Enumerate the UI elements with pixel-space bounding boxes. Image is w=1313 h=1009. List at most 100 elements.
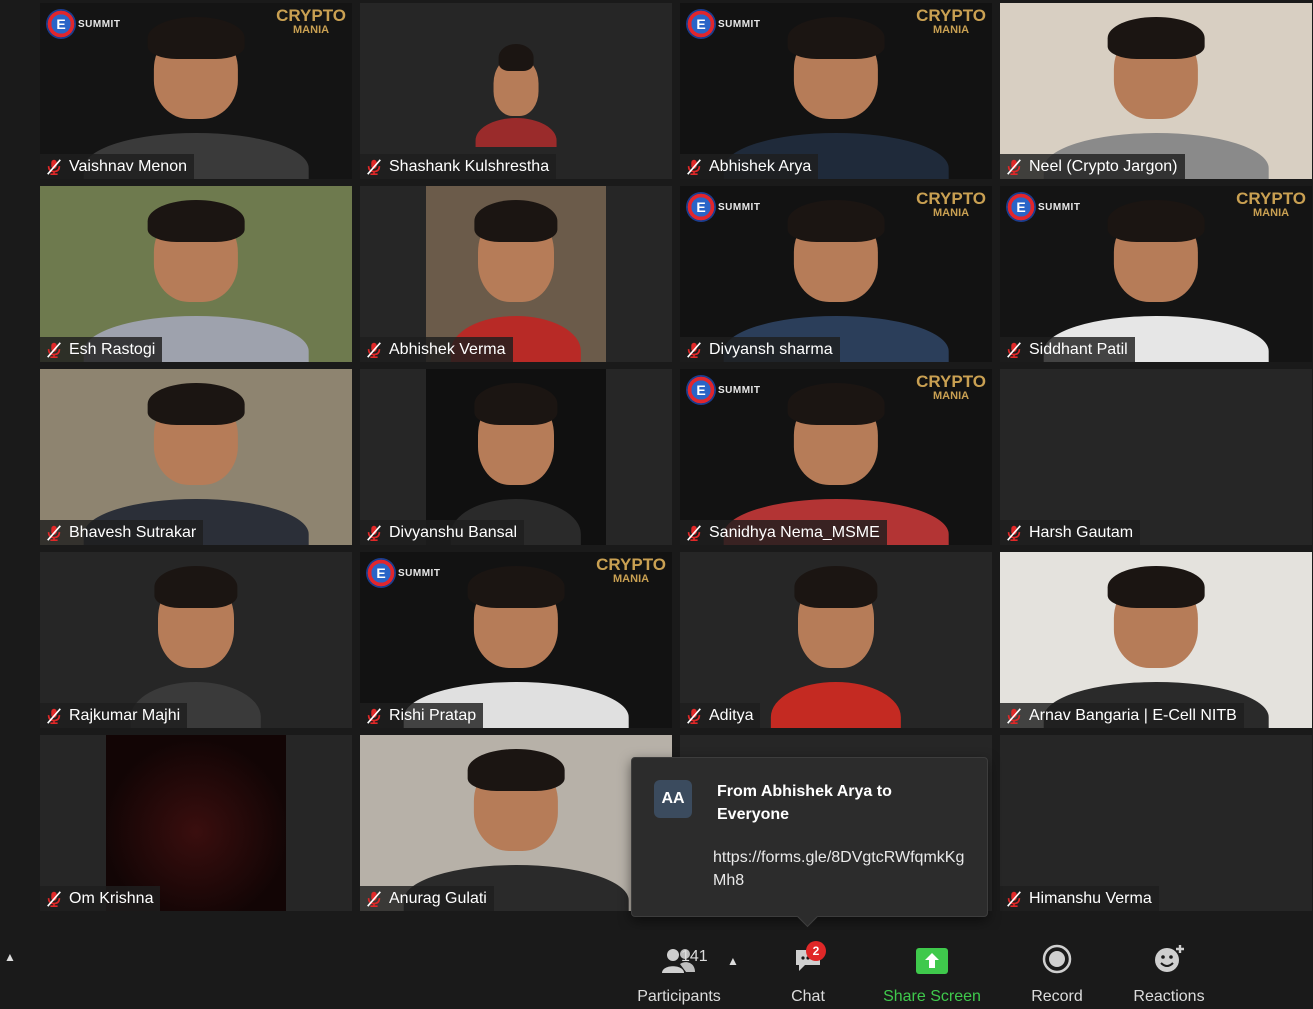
participant-video-tile[interactable]: Abhishek Verma (360, 186, 672, 362)
reactions-button[interactable]: Reactions (1125, 930, 1213, 1009)
chat-message-link[interactable]: https://forms.gle/8DVgtcRWfqmkKgMh8 (713, 846, 973, 892)
participant-name-label: Abhishek Arya (680, 154, 819, 179)
participant-video-tile[interactable]: Rajkumar Majhi (40, 552, 352, 728)
participant-video-feed (1000, 3, 1312, 179)
participant-video-feed (105, 552, 287, 728)
mic-muted-icon (45, 524, 63, 542)
participant-video-tile[interactable]: Shashank Kulshrestha (360, 3, 672, 179)
participant-silhouette-hair (794, 566, 878, 609)
mic-muted-icon (685, 524, 703, 542)
participants-button[interactable]: 141 ▲ Participants (614, 930, 744, 1009)
esummit-logo-text: SUMMIT (78, 18, 121, 30)
participant-silhouette-body (475, 118, 557, 148)
record-label: Record (1031, 988, 1083, 1005)
participant-name-label: Divyanshu Bansal (360, 520, 525, 545)
participant-video-tile[interactable]: E SUMMIT CRYPTO MANIA Divyansh sharma (680, 186, 992, 362)
meeting-toolbar: ▲ 141 ▲ Participants 2 Chat Share Screen… (0, 930, 1313, 1009)
cryptomania-logo-line2: MANIA (1253, 207, 1290, 219)
cryptomania-logo: CRYPTO MANIA (916, 190, 986, 220)
participant-name-label: Vaishnav Menon (40, 154, 194, 179)
participant-name-label: Divyansh sharma (680, 337, 840, 362)
esummit-logo-text: SUMMIT (718, 201, 761, 213)
participant-silhouette-hair (474, 200, 558, 243)
cryptomania-logo-line1: CRYPTO (1236, 189, 1306, 208)
participant-name-label: Anurag Gulati (360, 886, 494, 911)
chevron-up-icon[interactable]: ▲ (727, 954, 739, 968)
mic-muted-icon (1005, 890, 1023, 908)
participant-name: Divyansh sharma (709, 340, 833, 358)
cryptomania-logo: CRYPTO MANIA (596, 555, 666, 586)
esummit-logo: E SUMMIT (366, 558, 440, 588)
participant-name: Anurag Gulati (389, 889, 487, 907)
record-icon (1042, 930, 1072, 974)
chat-notification-popup[interactable]: AA From Abhishek Arya to Everyone https:… (631, 757, 988, 917)
mic-muted-icon (685, 158, 703, 176)
cryptomania-logo-line1: CRYPTO (596, 555, 666, 574)
participant-silhouette-hair (154, 566, 238, 609)
participant-video-tile[interactable]: Om Krishna (40, 735, 352, 911)
participant-name: Sanidhya Nema_MSME (709, 523, 880, 541)
esummit-logo-mark: E (1006, 192, 1036, 222)
participant-name: Vaishnav Menon (69, 157, 187, 175)
participant-name-label: Om Krishna (40, 886, 161, 911)
participant-video-tile[interactable]: Arnav Bangaria | E-Cell NITB (1000, 552, 1312, 728)
participant-name: Abhishek Arya (709, 157, 812, 175)
participant-video-tile[interactable]: Neel (Crypto Jargon) (1000, 3, 1312, 179)
participant-video-feed (1000, 552, 1312, 728)
participant-name: Harsh Gautam (1029, 523, 1134, 541)
mic-muted-icon (45, 707, 63, 725)
participant-silhouette-hair (147, 200, 245, 243)
participant-silhouette-hair (147, 17, 245, 60)
cryptomania-logo-line2: MANIA (933, 390, 970, 402)
participant-video-tile[interactable]: Divyanshu Bansal (360, 369, 672, 545)
participant-silhouette-hair (1107, 200, 1205, 243)
participant-name: Arnav Bangaria | E-Cell NITB (1029, 706, 1237, 724)
participant-name-label: Aditya (680, 703, 761, 728)
esummit-logo: E SUMMIT (1006, 192, 1080, 222)
record-button[interactable]: Record (1022, 930, 1092, 1009)
participant-name: Himanshu Verma (1029, 889, 1152, 907)
participant-video-tile[interactable]: Anurag Gulati (360, 735, 672, 911)
mic-muted-icon (685, 707, 703, 725)
esummit-logo-mark: E (366, 558, 396, 588)
participant-silhouette-hair (467, 566, 565, 609)
chat-unread-badge: 2 (806, 941, 826, 961)
esummit-logo-mark: E (686, 375, 716, 405)
mic-muted-icon (365, 524, 383, 542)
mic-muted-icon (365, 341, 383, 359)
participant-name-label: Bhavesh Sutrakar (40, 520, 204, 545)
participant-silhouette-hair (474, 383, 558, 426)
share-screen-button[interactable]: Share Screen (877, 930, 987, 1009)
cryptomania-logo: CRYPTO MANIA (916, 373, 986, 403)
mic-muted-icon (365, 158, 383, 176)
participant-video-tile[interactable]: E SUMMIT CRYPTO MANIA Abhishek Arya (680, 3, 992, 179)
esummit-logo-text: SUMMIT (718, 18, 761, 30)
esummit-logo: E SUMMIT (686, 192, 760, 222)
esummit-logo-text: SUMMIT (1038, 201, 1081, 213)
participant-video-tile[interactable]: E SUMMIT CRYPTO MANIA Rishi Pratap (360, 552, 672, 728)
esummit-logo-mark: E (686, 192, 716, 222)
participant-name-label: Shashank Kulshrestha (360, 154, 557, 179)
participant-name-label: Esh Rastogi (40, 337, 163, 362)
participant-name: Rajkumar Majhi (69, 706, 181, 724)
participant-video-tile[interactable]: E SUMMIT CRYPTO MANIA Vaishnav Menon (40, 3, 352, 179)
participant-video-feed (459, 34, 573, 148)
cryptomania-logo: CRYPTO MANIA (1236, 189, 1306, 220)
participant-video-tile[interactable]: E SUMMIT CRYPTO MANIA Siddhant Patil (1000, 186, 1312, 362)
chat-button[interactable]: 2 Chat (780, 930, 836, 1009)
participant-video-tile[interactable]: E SUMMIT CRYPTO MANIA Sanidhya Nema_MSME (680, 369, 992, 545)
esummit-logo-text: SUMMIT (398, 567, 441, 579)
participant-video-tile[interactable]: Himanshu Verma (1000, 735, 1312, 911)
chevron-up-icon[interactable]: ▲ (4, 950, 16, 964)
participant-video-tile[interactable]: Harsh Gautam (1000, 369, 1312, 545)
participant-video-tile[interactable]: Aditya (680, 552, 992, 728)
participant-video-feed (40, 369, 352, 545)
mic-muted-icon (45, 890, 63, 908)
participant-name: Esh Rastogi (69, 340, 156, 358)
sender-avatar: AA (654, 780, 692, 818)
participant-name: Neel (Crypto Jargon) (1029, 157, 1178, 175)
participant-video-tile[interactable]: Esh Rastogi (40, 186, 352, 362)
smiley-plus-icon (1153, 930, 1185, 974)
participant-silhouette-hair (787, 17, 885, 60)
participant-video-tile[interactable]: Bhavesh Sutrakar (40, 369, 352, 545)
